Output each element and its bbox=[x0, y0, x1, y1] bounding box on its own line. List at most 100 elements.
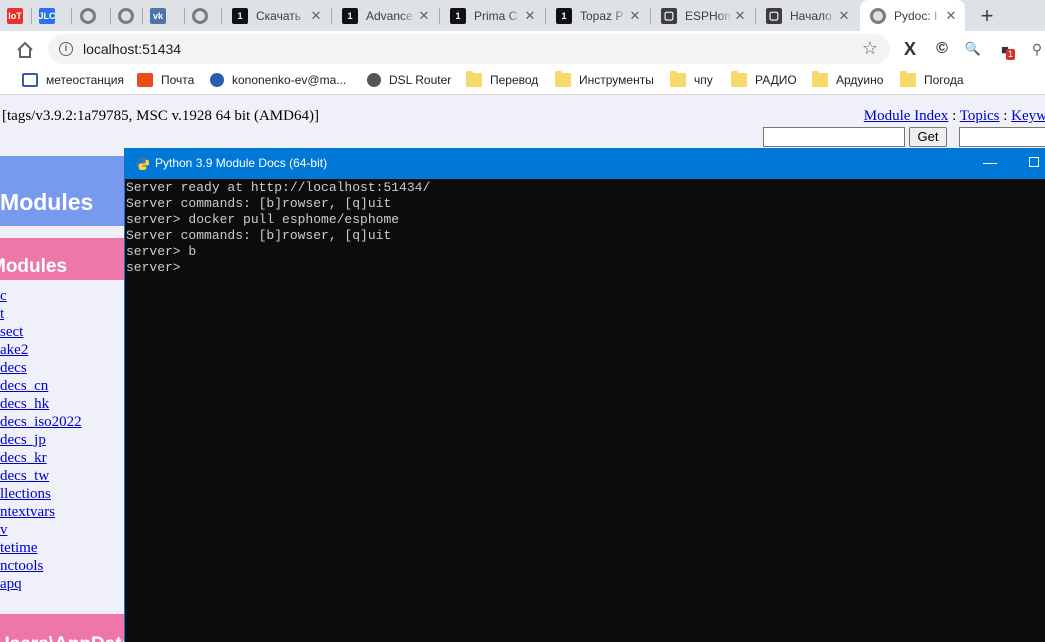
module-link[interactable]: decs bbox=[0, 359, 124, 377]
folder-icon bbox=[900, 71, 916, 87]
maximize-button[interactable] bbox=[1029, 157, 1039, 167]
index-banner-title: f Modules bbox=[0, 189, 94, 215]
tab-1[interactable]: JLC bbox=[32, 0, 70, 31]
module-link[interactable]: llections bbox=[0, 485, 124, 503]
module-list: c t sect ake2 decs decs_cn decs_hk decs_iso2022… bbox=[0, 287, 124, 593]
bookmark-label: Инструменты bbox=[579, 73, 654, 87]
tab-close-icon[interactable]: ✕ bbox=[522, 8, 538, 24]
tab-10[interactable]: ▢ ESPHom ✕ bbox=[651, 0, 754, 31]
search-icon[interactable]: ⚲ bbox=[1027, 39, 1045, 59]
tab-5[interactable] bbox=[185, 0, 220, 31]
console-line: server> docker pull esphome/esphome bbox=[126, 212, 400, 227]
module-link[interactable]: ntextvars bbox=[0, 503, 124, 521]
tab-2[interactable] bbox=[73, 0, 109, 31]
globe-icon bbox=[118, 7, 134, 24]
console-titlebar[interactable]: Python 3.9 Module Docs (64-bit) — bbox=[125, 148, 1045, 179]
link-separator: : bbox=[948, 108, 960, 124]
module-link[interactable]: t bbox=[0, 305, 124, 323]
minimize-button[interactable]: — bbox=[983, 154, 997, 170]
tab-0[interactable]: IoT bbox=[0, 0, 30, 31]
bookmark-item[interactable]: метеостанция bbox=[22, 73, 124, 87]
globe-icon bbox=[367, 73, 381, 87]
browser-toolbar: i localhost:51434 ☆ X © 🔍 ■ 1 ⚲ bbox=[0, 31, 1045, 68]
bookmark-label: kononenko-ev@ma... bbox=[232, 73, 347, 87]
topics-link[interactable]: Topics bbox=[960, 108, 1000, 124]
extension-dark-icon[interactable]: ■ 1 bbox=[995, 39, 1016, 60]
tab-title: Topaz P bbox=[580, 8, 624, 23]
module-link[interactable]: nctools bbox=[0, 557, 124, 575]
console-title: Python 3.9 Module Docs (64-bit) bbox=[155, 156, 328, 170]
bookmark-item[interactable]: kononenko-ev@ma... bbox=[210, 73, 346, 87]
site-packages-banner-title: Users\AppData bbox=[0, 634, 132, 642]
tab-close-icon[interactable]: ✕ bbox=[308, 8, 324, 24]
tab-title: Скачать bbox=[256, 8, 301, 23]
tab-7[interactable]: 1 Advance ✕ bbox=[332, 0, 438, 31]
tab-12[interactable]: Pydoc: I ✕ bbox=[860, 0, 965, 31]
module-link[interactable]: decs_cn bbox=[0, 377, 124, 395]
console-line: server> b bbox=[126, 244, 197, 259]
module-link[interactable]: decs_kr bbox=[0, 449, 124, 467]
tab-close-icon[interactable]: ✕ bbox=[416, 8, 432, 24]
module-link[interactable]: apq bbox=[0, 575, 124, 593]
search-input[interactable] bbox=[959, 127, 1045, 147]
tab-8[interactable]: 1 Prima C ✕ bbox=[440, 0, 544, 31]
tab-title: Pydoc: I bbox=[894, 8, 938, 23]
tab-close-icon[interactable]: ✕ bbox=[732, 8, 748, 24]
extension-badge: 1 bbox=[1006, 49, 1016, 60]
at-icon bbox=[210, 73, 224, 87]
tab-11[interactable]: ▢ Начало ✕ bbox=[756, 0, 858, 31]
bookmark-item[interactable]: Погода bbox=[900, 71, 964, 87]
bookmark-star-icon[interactable]: ☆ bbox=[862, 38, 878, 59]
new-tab-button[interactable]: + bbox=[974, 3, 1000, 29]
url-text[interactable]: localhost:51434 bbox=[83, 41, 181, 57]
module-link[interactable]: sect bbox=[0, 323, 124, 341]
bookmark-item[interactable]: РАДИО bbox=[731, 71, 797, 87]
bookmark-item[interactable]: Инструменты bbox=[555, 71, 654, 87]
module-link[interactable]: decs_tw bbox=[0, 467, 124, 485]
mail-icon bbox=[137, 73, 153, 87]
home-icon[interactable] bbox=[14, 39, 36, 61]
bookmark-item[interactable] bbox=[0, 73, 6, 87]
module-link[interactable]: decs_hk bbox=[0, 395, 124, 413]
bookmark-label: РАДИО bbox=[755, 73, 797, 87]
console-line: Server commands: [b]rowser, [q]uit bbox=[126, 228, 392, 243]
tab-3[interactable] bbox=[111, 0, 141, 31]
tab-9[interactable]: 1 Topaz P ✕ bbox=[546, 0, 649, 31]
module-link[interactable]: ake2 bbox=[0, 341, 124, 359]
python-icon bbox=[135, 156, 150, 171]
module-link[interactable]: decs_iso2022 bbox=[0, 413, 124, 431]
console-window[interactable]: Python 3.9 Module Docs (64-bit) — Server… bbox=[124, 148, 1045, 642]
tab-close-icon[interactable]: ✕ bbox=[943, 8, 959, 24]
get-button[interactable]: Get bbox=[909, 127, 947, 147]
extension-search-icon[interactable]: 🔍 bbox=[963, 39, 983, 59]
extension-x-icon[interactable]: X bbox=[900, 39, 920, 59]
keywords-link[interactable]: Keyw bbox=[1011, 108, 1045, 124]
tab-close-icon[interactable]: ✕ bbox=[836, 8, 852, 24]
tab-6[interactable]: 1 Скачать ✕ bbox=[222, 0, 330, 31]
tab-close-icon[interactable]: ✕ bbox=[627, 8, 643, 24]
info-icon[interactable]: i bbox=[59, 42, 73, 56]
address-bar[interactable]: i localhost:51434 ☆ bbox=[48, 34, 890, 64]
tab-title: Prima C bbox=[474, 8, 518, 23]
globe-icon bbox=[870, 7, 886, 24]
console-output[interactable]: Server ready at http://localhost:51434/S… bbox=[126, 180, 430, 276]
bookmark-label: Почта bbox=[161, 73, 195, 87]
module-link[interactable]: v bbox=[0, 521, 124, 539]
tab-4[interactable]: vk bbox=[143, 0, 183, 31]
globe-icon bbox=[80, 7, 96, 24]
get-input[interactable] bbox=[763, 127, 905, 147]
module-link[interactable]: tetime bbox=[0, 539, 124, 557]
bookmark-label: Погода bbox=[924, 73, 964, 87]
module-index-link[interactable]: Module Index bbox=[864, 108, 949, 124]
bookmarks-bar: метеостанция Почта kononenko-ev@ma... DSL R… bbox=[0, 68, 1045, 95]
bookmark-item[interactable]: Перевод bbox=[466, 71, 538, 87]
folder-icon bbox=[555, 71, 571, 87]
module-link[interactable]: c bbox=[0, 287, 124, 305]
bookmark-item[interactable]: чпу bbox=[670, 71, 713, 87]
module-link[interactable]: decs_jp bbox=[0, 431, 124, 449]
extension-copyright-icon[interactable]: © bbox=[932, 39, 952, 59]
bookmark-item[interactable]: Ардуино bbox=[812, 71, 883, 87]
bookmark-item[interactable]: DSL Router bbox=[367, 73, 451, 87]
console-line: Server ready at http://localhost:51434/ bbox=[126, 180, 431, 195]
bookmark-item[interactable]: Почта bbox=[137, 73, 194, 87]
